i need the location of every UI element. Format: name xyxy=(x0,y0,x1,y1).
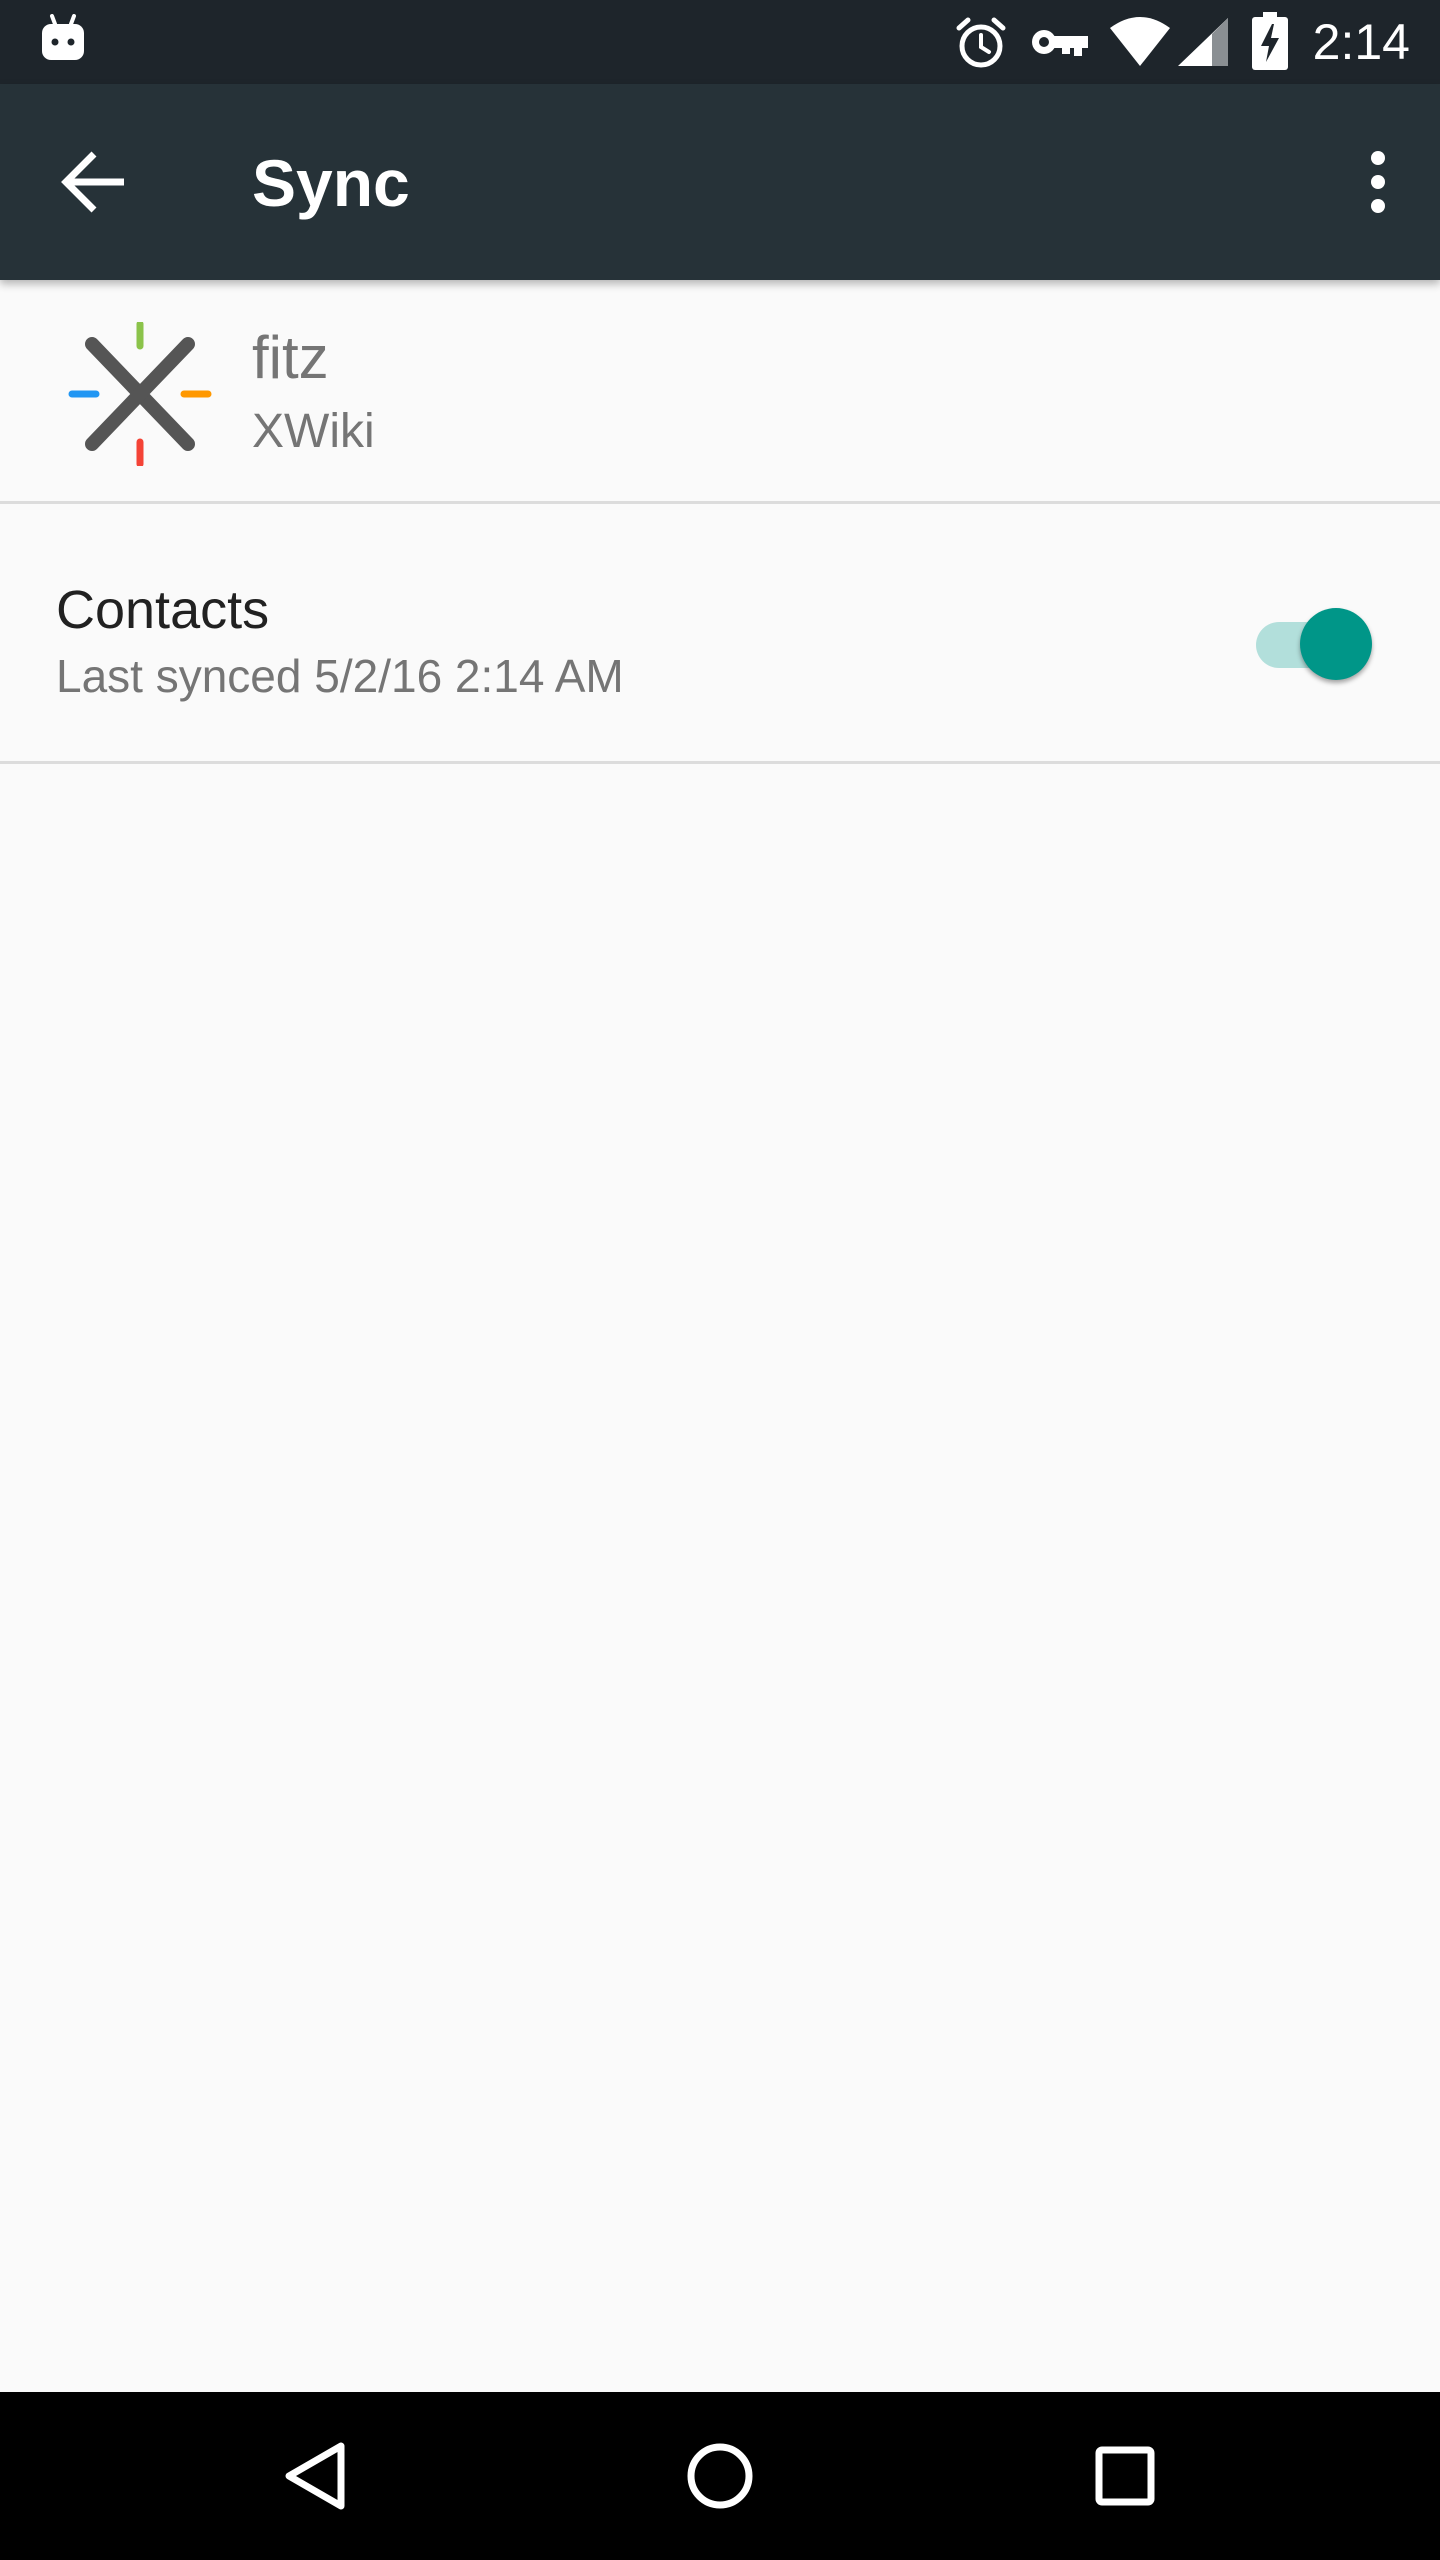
navigation-bar xyxy=(0,2392,1440,2560)
nav-recents-icon xyxy=(1095,2446,1155,2506)
vpn-key-icon xyxy=(1032,30,1088,56)
xwiki-logo-icon xyxy=(68,322,212,466)
wifi-icon xyxy=(1110,17,1170,66)
account-name: fitz xyxy=(252,324,329,391)
android-debug-icon xyxy=(42,14,84,60)
arrow-back-icon xyxy=(61,151,124,213)
account-header: fitz XWiki xyxy=(0,280,1440,504)
battery-charging-icon xyxy=(1252,12,1288,70)
page-title: Sync xyxy=(252,146,410,220)
nav-back-button[interactable] xyxy=(255,2416,375,2536)
signal-icon xyxy=(1178,18,1228,66)
sync-item-title: Contacts xyxy=(56,580,270,640)
sync-item-summary: Last synced 5/2/16 2:14 AM xyxy=(56,650,624,702)
nav-recents-button[interactable] xyxy=(1065,2416,1185,2536)
toggle-thumb xyxy=(1300,608,1372,680)
status-time: 2:14 xyxy=(1312,14,1410,70)
contacts-sync-toggle[interactable] xyxy=(1252,602,1376,682)
app-bar: Sync xyxy=(0,84,1440,280)
nav-back-icon xyxy=(285,2442,345,2510)
back-button[interactable] xyxy=(44,130,148,234)
sync-settings-screen: 2:14 Sync fitz XWiki Contacts Last synce… xyxy=(0,0,1440,2560)
status-bar: 2:14 xyxy=(0,0,1440,84)
sync-item-contacts[interactable]: Contacts Last synced 5/2/16 2:14 AM xyxy=(0,506,1440,764)
more-vert-icon xyxy=(1371,151,1385,213)
alarm-icon xyxy=(956,17,1006,68)
nav-home-icon xyxy=(687,2443,753,2509)
nav-home-button[interactable] xyxy=(660,2416,780,2536)
account-type: XWiki xyxy=(252,405,375,458)
more-options-button[interactable] xyxy=(1336,130,1420,234)
